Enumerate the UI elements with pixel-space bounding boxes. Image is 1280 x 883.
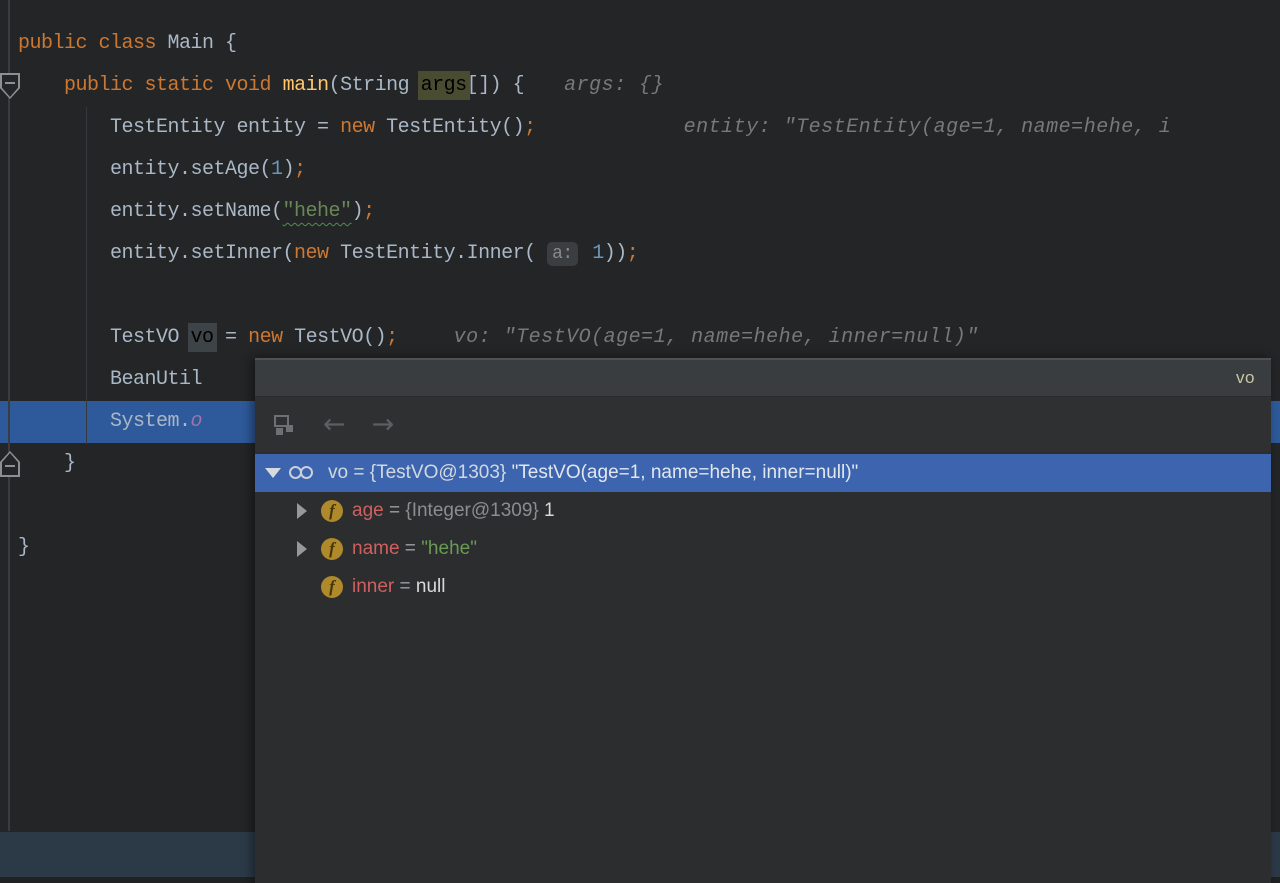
code-token: entity.setAge( (18, 158, 272, 181)
fold-marker-close-icon[interactable] (0, 451, 20, 477)
code-token: ) (351, 200, 364, 223)
code-token: ; (294, 158, 306, 181)
code-token: 1 (580, 242, 604, 265)
code-token: args (420, 74, 467, 97)
code-token: TestVO (18, 326, 191, 349)
gutter-divider (8, 0, 10, 831)
variable-row-age[interactable]: f age = {Integer@1309} 1 (255, 492, 1271, 530)
code-token: ; (626, 242, 639, 265)
code-token: Main { (167, 32, 238, 55)
code-token: } (18, 536, 30, 559)
popup-header: vo (255, 358, 1271, 397)
popup-expression-label: vo (1236, 368, 1255, 387)
code-token: BeanUtil (18, 368, 203, 391)
back-arrow-icon[interactable]: ← (323, 411, 346, 438)
code-token: System. (18, 410, 191, 433)
field-icon: f (321, 538, 343, 560)
code-token: new (340, 116, 375, 139)
debugger-inline-hint: vo: "TestVO(age=1, name=hehe, inner=null… (453, 326, 979, 349)
code-line[interactable]: TestVO vo = new TestVO(); vo: "TestVO(age… (0, 317, 1280, 359)
code-line[interactable]: entity.setInner(new TestEntity.Inner( a:… (0, 233, 1280, 275)
code-token: new (248, 326, 283, 349)
code-line[interactable]: entity.setName("hehe"); (0, 191, 1280, 233)
variable-type: {TestVO@1303} (369, 462, 512, 483)
variable-type: {Integer@1309} (405, 500, 545, 521)
expander-closed-icon[interactable] (297, 503, 319, 519)
forward-arrow-icon[interactable]: → (372, 411, 395, 438)
code-token: TestVO() (282, 326, 387, 349)
debugger-variable-popup: vo ← → vo = {TestVO@1303} "TestVO(age=1,… (255, 358, 1271, 883)
variable-value: null (415, 576, 446, 597)
code-token: a: (547, 242, 578, 266)
code-line[interactable]: public class Main { (0, 23, 1280, 65)
code-token: 1 (271, 158, 283, 181)
code-token: TestEntity.Inner( (328, 242, 548, 265)
indent-guide (86, 107, 87, 444)
expander-open-icon[interactable] (265, 468, 287, 478)
variable-row-name[interactable]: f name = "hehe" (255, 530, 1271, 568)
code-token: []) { (466, 74, 525, 97)
code-token: ; (524, 116, 536, 139)
expander-closed-icon[interactable] (297, 541, 319, 557)
variable-value: "hehe" (421, 538, 477, 559)
code-token: entity.setName( (18, 200, 283, 223)
code-token: "hehe" (282, 200, 353, 223)
variable-row-inner[interactable]: f inner = null (255, 568, 1271, 606)
equals-sign: = (394, 576, 416, 597)
code-token: entity.setInner( (18, 242, 295, 265)
popup-toolbar: ← → (255, 397, 1271, 452)
watch-variable-icon (289, 465, 319, 481)
variable-row-vo[interactable]: vo = {TestVO@1303} "TestVO(age=1, name=h… (255, 454, 1271, 492)
code-line[interactable]: public static void main(String args[]) {… (0, 65, 1280, 107)
code-token: main (282, 74, 330, 97)
tree-view-icon[interactable] (273, 413, 297, 437)
variable-name: name (352, 538, 400, 559)
code-line[interactable] (0, 275, 1280, 317)
code-token: TestEntity() (374, 116, 525, 139)
code-token: )) (603, 242, 628, 265)
code-token: (String (328, 74, 421, 97)
equals-sign: = (383, 500, 406, 521)
field-icon: f (321, 500, 343, 522)
variable-name: age (352, 500, 384, 521)
code-token: ; (363, 200, 375, 223)
code-token: new (294, 242, 329, 265)
fold-marker-open-icon[interactable] (0, 73, 20, 99)
code-token: public class (18, 32, 168, 55)
code-token: } (18, 452, 76, 475)
code-token: ; (386, 326, 398, 349)
equals-sign: = (348, 462, 370, 483)
field-icon: f (321, 576, 343, 598)
code-token: = (213, 326, 249, 349)
code-token: vo (190, 326, 214, 349)
code-line[interactable]: TestEntity entity = new TestEntity(); ent… (0, 107, 1280, 149)
variable-name: inner (352, 576, 395, 597)
variable-name: vo (328, 462, 349, 483)
code-token: ) (282, 158, 295, 181)
equals-sign: = (399, 538, 422, 559)
variable-value: 1 (544, 500, 555, 521)
variable-value: "TestVO(age=1, name=hehe, inner=null)" (511, 462, 859, 483)
code-token: o (190, 410, 203, 433)
debugger-inline-hint: entity: "TestEntity(age=1, name=hehe, i (683, 116, 1172, 139)
code-token: public static void (64, 74, 283, 97)
code-line[interactable]: entity.setAge(1); (0, 149, 1280, 191)
debugger-inline-hint: args: {} (564, 74, 665, 97)
variables-tree: vo = {TestVO@1303} "TestVO(age=1, name=h… (255, 452, 1271, 606)
code-token: TestEntity entity = (18, 116, 341, 139)
